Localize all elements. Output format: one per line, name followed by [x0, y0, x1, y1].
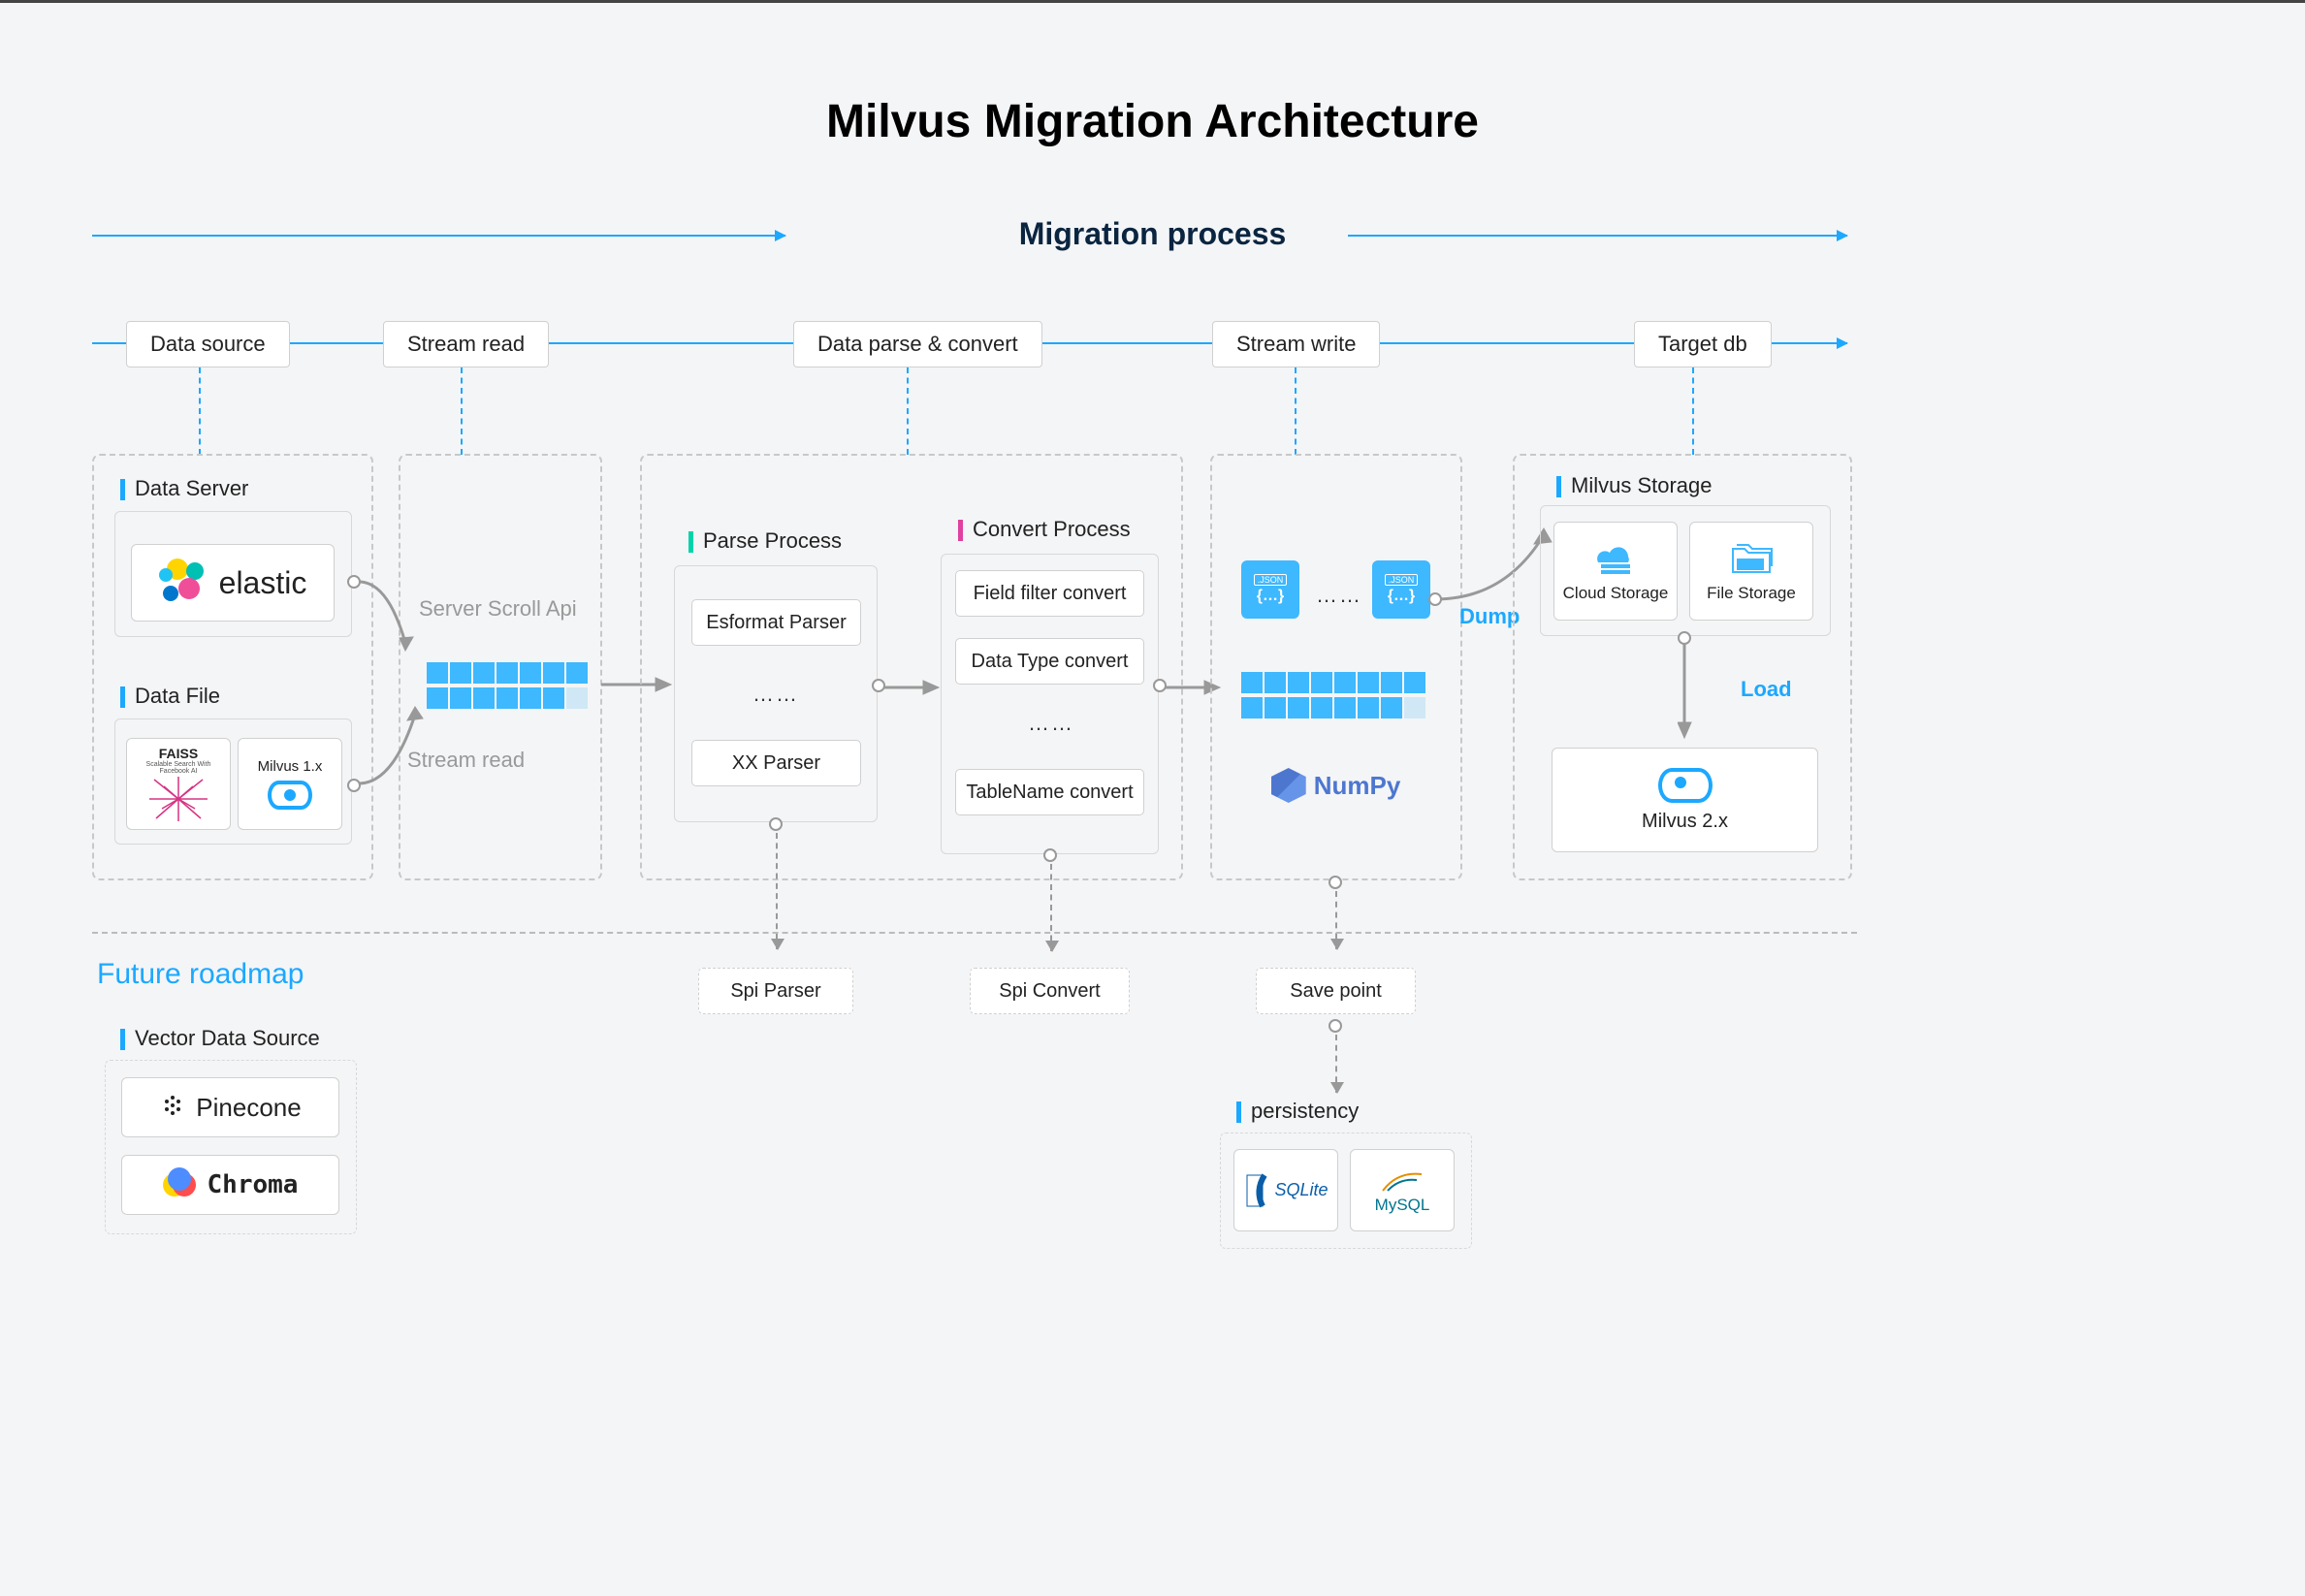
subtitle: Migration process — [980, 216, 1326, 252]
faiss-subtitle: Scalable Search With Facebook AI — [131, 761, 226, 775]
file-storage-icon — [1727, 539, 1776, 578]
sqlite-text: SQLite — [1274, 1180, 1328, 1200]
milvus1x-label: Milvus 1.x — [258, 758, 323, 775]
numpy-icon — [1271, 768, 1306, 803]
dot-convert-out — [1153, 679, 1167, 692]
chroma-text: Chroma — [208, 1170, 299, 1199]
label-persistency: persistency — [1236, 1099, 1359, 1124]
blocks-read-2 — [427, 687, 588, 709]
label-load: Load — [1741, 677, 1792, 702]
stage-parse-convert: Data parse & convert — [793, 321, 1042, 367]
mysql-icon — [1378, 1166, 1426, 1196]
page-title: Milvus Migration Architecture — [0, 3, 2305, 148]
cloud-storage-icon — [1591, 539, 1640, 578]
item-datatype-convert: Data Type convert — [955, 638, 1144, 685]
dash-target — [1692, 367, 1694, 455]
dash-savepoint — [1335, 891, 1337, 949]
stage-target-db: Target db — [1634, 321, 1772, 367]
elastic-text: elastic — [219, 565, 307, 601]
panel-stream-write — [1210, 454, 1462, 880]
card-numpy: NumPy — [1256, 755, 1416, 815]
cloud-storage-text: Cloud Storage — [1563, 584, 1669, 603]
file-storage-text: File Storage — [1707, 584, 1796, 603]
item-field-filter: Field filter convert — [955, 570, 1144, 617]
arrow-scroll-api — [359, 575, 422, 657]
elastic-icon — [159, 559, 208, 607]
arrow-parse-convert — [884, 678, 943, 697]
blocks-write-1 — [1241, 672, 1425, 693]
dot-savepoint — [1329, 876, 1342, 889]
item-xx-parser: XX Parser — [691, 740, 861, 786]
card-mysql: MySQL — [1350, 1149, 1455, 1231]
dash-persist — [1335, 1035, 1337, 1093]
dot-spi-convert — [1043, 848, 1057, 862]
future-roadmap-title: Future roadmap — [97, 958, 304, 991]
pinecone-icon — [159, 1094, 186, 1121]
label-milvus-storage: Milvus Storage — [1556, 473, 1713, 498]
dots-parse: …… — [752, 682, 799, 707]
arrow-stream-read — [359, 703, 432, 790]
pinecone-text: Pinecone — [196, 1093, 301, 1123]
item-tablename-convert: TableName convert — [955, 769, 1144, 815]
card-faiss: FAISS Scalable Search With Facebook AI — [126, 738, 231, 830]
stage-stream-write: Stream write — [1212, 321, 1380, 367]
label-dump: Dump — [1459, 604, 1520, 629]
label-stream-read: Stream read — [407, 748, 525, 773]
card-milvus1x: Milvus 1.x — [238, 738, 342, 830]
dash-write — [1295, 367, 1297, 455]
dots-convert: …… — [1028, 711, 1074, 736]
label-data-server: Data Server — [120, 476, 248, 501]
subtitle-line-right — [1348, 235, 1847, 237]
stage-data-source: Data source — [126, 321, 290, 367]
dot-spi-parse — [769, 817, 783, 831]
card-elastic: elastic — [131, 544, 335, 622]
label-parse-process: Parse Process — [688, 528, 842, 554]
label-data-file: Data File — [120, 684, 220, 709]
roadmap-divider — [92, 932, 1857, 934]
card-pinecone: Pinecone — [121, 1077, 339, 1137]
dot-dump — [1428, 592, 1442, 606]
card-milvus2x: Milvus 2.x — [1552, 748, 1818, 852]
blocks-write-2 — [1241, 697, 1425, 718]
faiss-icon — [144, 775, 212, 823]
milvus2x-text: Milvus 2.x — [1642, 811, 1728, 833]
milvus-icon — [268, 781, 312, 810]
numpy-text: NumPy — [1314, 771, 1401, 801]
card-chroma: Chroma — [121, 1155, 339, 1215]
card-file-storage: File Storage — [1689, 522, 1813, 621]
json-tile-2: .JSON {…} — [1372, 560, 1430, 619]
item-esformat-parser: Esformat Parser — [691, 599, 861, 646]
card-spi-parser: Spi Parser — [698, 968, 853, 1014]
label-vector-source: Vector Data Source — [120, 1026, 320, 1051]
dash-read — [461, 367, 463, 455]
json-tile-1: .JSON {…} — [1241, 560, 1299, 619]
stage-stream-read: Stream read — [383, 321, 549, 367]
card-save-point: Save point — [1256, 968, 1416, 1014]
milvus2x-icon — [1658, 768, 1713, 803]
dash-spi-convert — [1050, 864, 1052, 951]
card-cloud-storage: Cloud Storage — [1553, 522, 1678, 621]
chroma-icon — [163, 1167, 198, 1202]
mysql-text: MySQL — [1375, 1196, 1430, 1215]
arrow-load — [1678, 643, 1697, 740]
subtitle-line-left — [92, 235, 785, 237]
label-server-scroll: Server Scroll Api — [419, 596, 577, 622]
dash-parse — [907, 367, 909, 455]
dot-parse-out — [872, 679, 885, 692]
dash-source — [199, 367, 201, 455]
blocks-read-1 — [427, 662, 588, 684]
dots-json: …… — [1316, 583, 1362, 608]
dot-persist — [1329, 1019, 1342, 1033]
faiss-title: FAISS — [159, 746, 198, 761]
sqlite-icon — [1243, 1171, 1270, 1210]
card-sqlite: SQLite — [1233, 1149, 1338, 1231]
label-convert-process: Convert Process — [958, 517, 1131, 542]
card-spi-convert: Spi Convert — [970, 968, 1130, 1014]
